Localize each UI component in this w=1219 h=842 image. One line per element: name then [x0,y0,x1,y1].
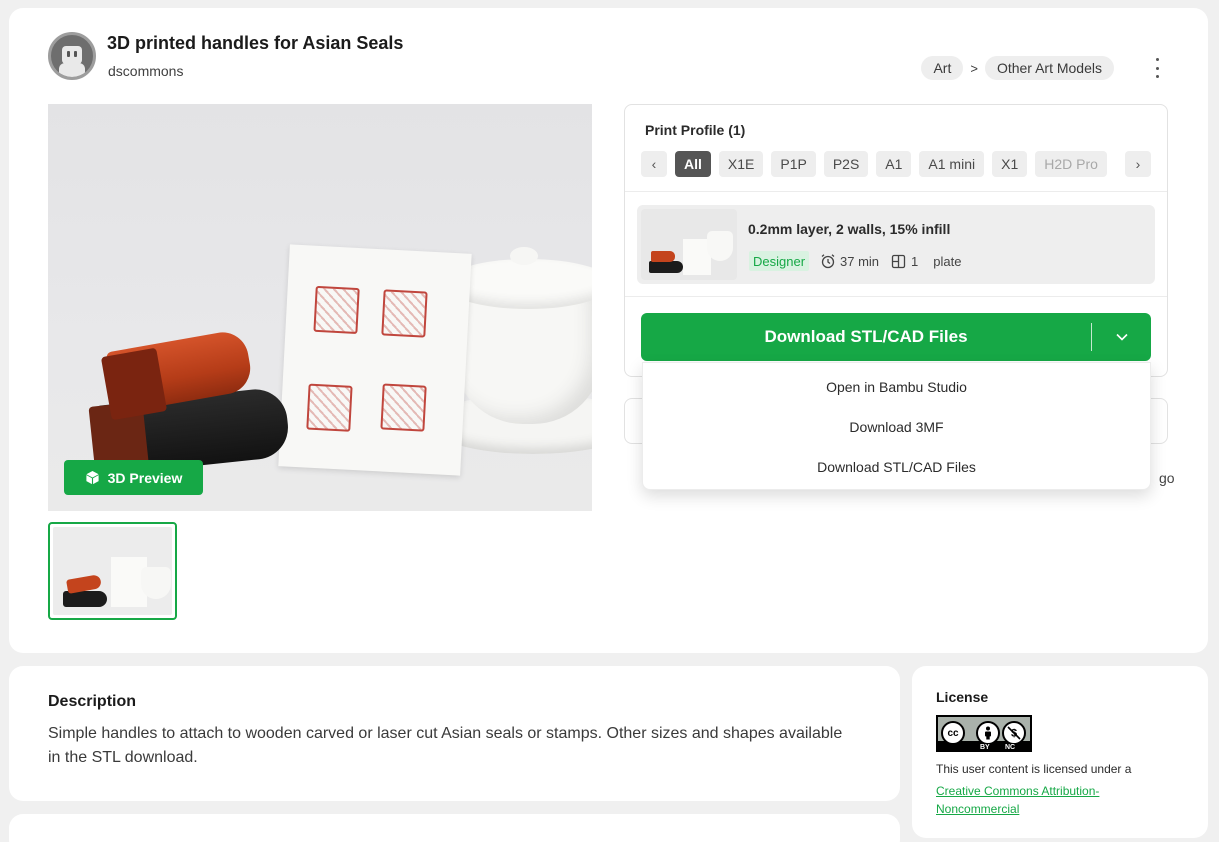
chip-x1[interactable]: X1 [992,151,1028,177]
print-time-value: 37 min [840,253,880,269]
breadcrumb-separator: > [970,60,978,76]
license-link[interactable]: Creative Commons Attribution-Noncommerci… [936,782,1156,818]
cc-icon: cc [941,721,965,745]
print-profile-label: Print Profile (1) [645,122,746,138]
chevron-down-icon[interactable] [1092,313,1151,361]
chip-a1[interactable]: A1 [876,151,912,177]
bottom-card [9,814,900,842]
cube-icon [86,470,99,485]
chip-p1p[interactable]: P1P [771,151,816,177]
license-card: License cc $ BY NC This user content is … [912,666,1208,838]
description-text: Simple handles to attach to wooden carve… [48,725,843,766]
3d-preview-label: 3D Preview [107,469,183,486]
partially-hidden-text: go [1159,470,1175,486]
more-options-icon[interactable] [1154,58,1160,78]
3d-preview-button[interactable]: 3D Preview [64,460,203,495]
breadcrumb-other-art-models[interactable]: Other Art Models [984,56,1114,80]
attribution-icon [976,721,1000,745]
alarm-clock-icon [821,254,835,269]
download-button-label: Download STL/CAD Files [764,327,968,346]
chevron-left-icon[interactable]: ‹ [641,151,667,177]
license-text: This user content is licensed under a [936,762,1132,776]
badge-nc-label: NC [1005,744,1016,751]
cc-by-nc-badge-icon[interactable]: cc $ BY NC [936,715,1032,752]
page-title: 3D printed handles for Asian Seals [107,33,404,53]
breadcrumb: Art > Other Art Models [921,56,1114,80]
noncommercial-icon: $ [1002,721,1026,745]
chip-p2s[interactable]: P2S [823,151,869,177]
author-avatar[interactable] [48,32,96,80]
author-name[interactable]: dscommons [108,63,183,79]
printer-filter-chips: ‹ All X1E P1P P2S A1 A1 mini X1 H2D Pro [641,151,1107,177]
divider [625,191,1167,192]
chip-x1e[interactable]: X1E [718,151,764,177]
profile-name: 0.2mm layer, 2 walls, 15% infill [748,221,951,237]
menu-download-3mf[interactable]: Download 3MF [643,407,1150,447]
chip-h2d-pro[interactable]: H2D Pro [1035,151,1107,177]
breadcrumb-art[interactable]: Art [921,56,964,80]
badge-by-label: BY [980,744,990,751]
chevron-right-icon[interactable]: › [1125,151,1151,177]
chip-a1-mini[interactable]: A1 mini [919,151,985,177]
gallery-thumbnail[interactable] [48,522,177,620]
plate-unit: plate [933,253,962,269]
divider [625,296,1167,297]
download-button[interactable]: Download STL/CAD Files [641,313,1151,361]
model-card: 3D printed handles for Asian Seals dscom… [9,8,1208,653]
menu-download-stl[interactable]: Download STL/CAD Files [643,447,1150,487]
download-menu: Open in Bambu Studio Download 3MF Downlo… [642,362,1151,490]
license-title: License [936,689,989,705]
description-card: Description Simple handles to attach to … [9,666,900,801]
designer-badge: Designer [749,251,810,271]
plate-count-value: 1 [911,253,919,269]
chip-all[interactable]: All [675,151,711,177]
menu-open-in-bambu-studio[interactable]: Open in Bambu Studio [643,367,1150,407]
print-time: 37 min [820,251,879,271]
description-title: Description [48,693,137,710]
plate-count: 1 plate [891,251,961,271]
profile-thumbnail [641,209,737,280]
print-profile-item[interactable]: 0.2mm layer, 2 walls, 15% infill Designe… [637,205,1155,284]
plate-icon [891,254,906,268]
hero-image [48,104,592,511]
